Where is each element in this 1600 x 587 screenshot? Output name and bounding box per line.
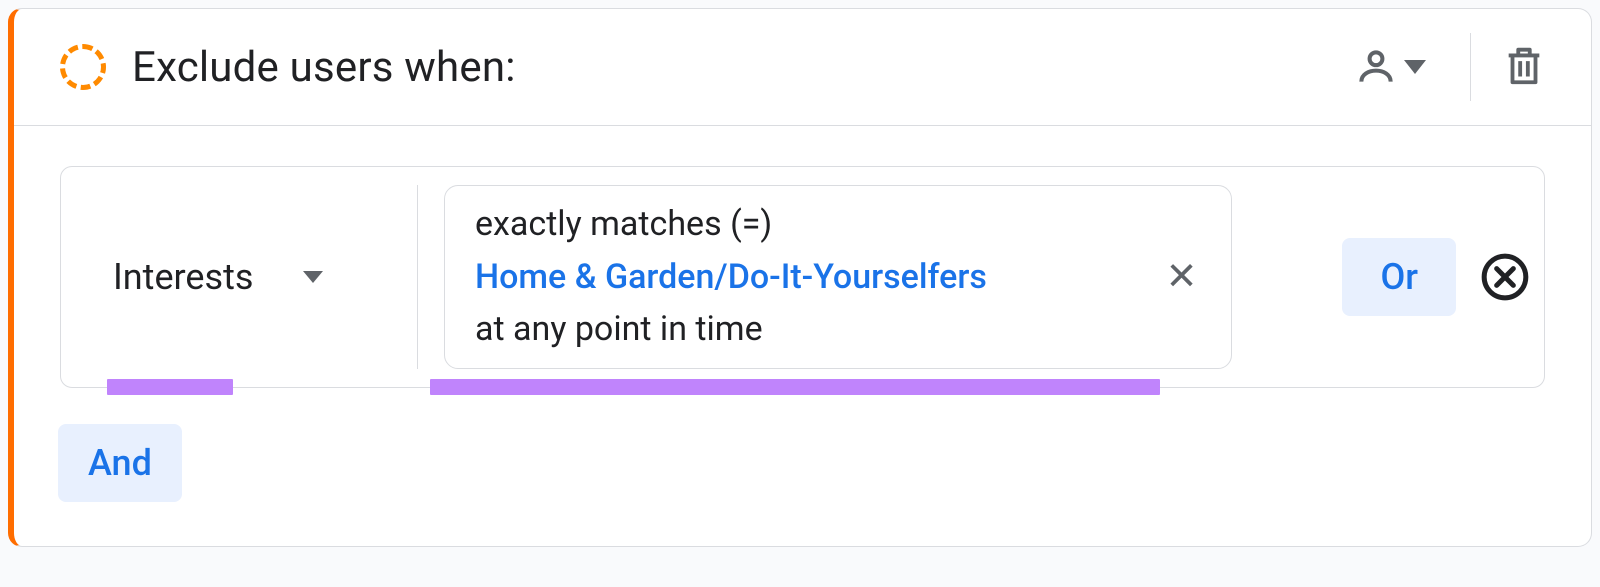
header-actions xyxy=(1344,33,1551,101)
chip-text: exactly matches (=) Home & Garden/Do-It-… xyxy=(475,198,1144,356)
highlight-underline xyxy=(107,379,233,395)
header-title: Exclude users when: xyxy=(132,43,1318,92)
exclude-icon xyxy=(60,44,106,90)
and-button[interactable]: And xyxy=(58,424,182,502)
value-text: Home & Garden/Do-It-Yourselfers xyxy=(475,251,1144,304)
close-icon: ✕ xyxy=(1166,255,1198,299)
or-button[interactable]: Or xyxy=(1342,238,1456,316)
cancel-circle-icon xyxy=(1480,252,1530,302)
dimension-dropdown[interactable]: Interests xyxy=(77,256,407,298)
card-header: Exclude users when: xyxy=(14,9,1591,126)
clear-value-button[interactable]: ✕ xyxy=(1144,258,1220,296)
chevron-down-icon xyxy=(1404,60,1426,74)
exclude-condition-card: Exclude users when: Interests xyxy=(8,8,1592,547)
card-body: Interests exactly matches (=) Home & Gar… xyxy=(14,126,1591,546)
chevron-down-icon xyxy=(303,271,323,283)
trash-icon xyxy=(1501,39,1547,91)
condition-value-chip[interactable]: exactly matches (=) Home & Garden/Do-It-… xyxy=(444,185,1232,369)
separator xyxy=(1470,33,1471,101)
separator xyxy=(417,185,418,369)
timeframe-text: at any point in time xyxy=(475,303,1144,356)
remove-condition-button[interactable] xyxy=(1480,252,1530,302)
highlight-underline xyxy=(430,379,1160,395)
person-icon xyxy=(1354,45,1398,89)
operator-text: exactly matches (=) xyxy=(475,198,1144,251)
delete-button[interactable] xyxy=(1497,35,1551,99)
condition-row: Interests exactly matches (=) Home & Gar… xyxy=(60,166,1545,388)
scope-dropdown[interactable] xyxy=(1344,39,1436,95)
dimension-label: Interests xyxy=(113,256,253,298)
